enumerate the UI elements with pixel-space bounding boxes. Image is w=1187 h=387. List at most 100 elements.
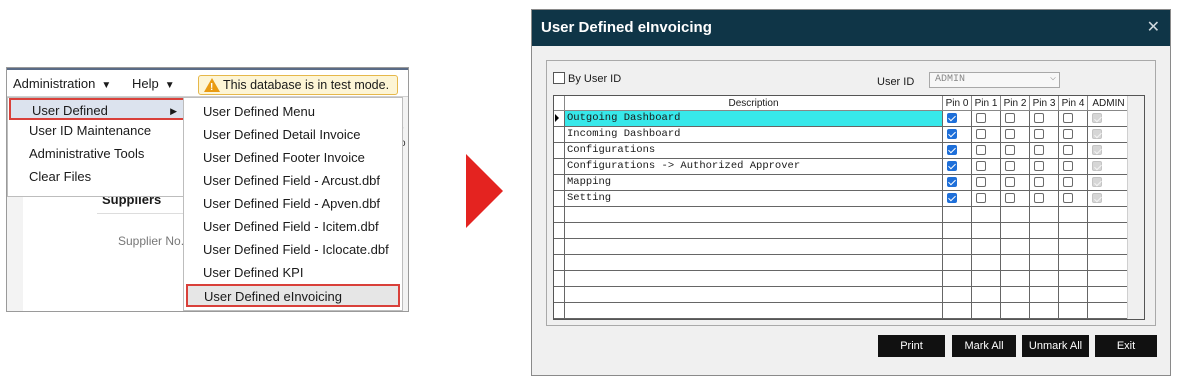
table-row[interactable] xyxy=(554,255,1130,271)
submenu-item-menu[interactable]: User Defined Menu xyxy=(184,101,402,124)
menu-item-user-defined[interactable]: User Defined ▶ xyxy=(9,98,185,120)
unmark-all-button[interactable]: Unmark All xyxy=(1022,335,1089,357)
table-row[interactable]: Mapping xyxy=(554,175,1130,191)
submenu-item-kpi[interactable]: User Defined KPI xyxy=(184,262,402,285)
close-icon[interactable]: ✕ xyxy=(1147,17,1160,37)
pin4-checkbox[interactable] xyxy=(1063,145,1073,155)
table-row[interactable] xyxy=(554,207,1130,223)
table-row[interactable] xyxy=(554,303,1130,319)
pin0-checkbox[interactable] xyxy=(947,161,957,171)
pin4-checkbox[interactable] xyxy=(1063,113,1073,123)
pin3-checkbox[interactable] xyxy=(1034,177,1044,187)
pin3-cell xyxy=(1030,223,1059,238)
column-header-pin-4[interactable]: Pin 4 xyxy=(1059,96,1088,111)
description-cell[interactable]: Configurations -> Authorized Approver xyxy=(565,159,943,174)
table-row[interactable]: Configurations -> Authorized Approver xyxy=(554,159,1130,175)
pin2-checkbox[interactable] xyxy=(1005,161,1015,171)
pin0-checkbox[interactable] xyxy=(947,129,957,139)
submenu-item-field-iclocate[interactable]: User Defined Field - Iclocate.dbf xyxy=(184,239,402,262)
pin0-cell xyxy=(943,271,972,286)
pin4-checkbox[interactable] xyxy=(1063,161,1073,171)
description-cell[interactable]: Mapping xyxy=(565,175,943,190)
pin4-checkbox[interactable] xyxy=(1063,193,1073,203)
pin1-cell xyxy=(972,143,1001,158)
pin1-checkbox[interactable] xyxy=(976,145,986,155)
table-row[interactable] xyxy=(554,287,1130,303)
table-row[interactable] xyxy=(554,223,1130,239)
print-button[interactable]: Print xyxy=(878,335,945,357)
pin1-checkbox[interactable] xyxy=(976,129,986,139)
pin1-checkbox[interactable] xyxy=(976,161,986,171)
pin3-cell xyxy=(1030,191,1059,206)
pin2-checkbox[interactable] xyxy=(1005,129,1015,139)
table-row[interactable]: Incoming Dashboard xyxy=(554,127,1130,143)
menu-item-clear-files[interactable]: Clear Files xyxy=(8,166,186,188)
by-user-id-checkbox[interactable]: By User ID xyxy=(553,72,621,85)
checkbox-box[interactable] xyxy=(553,72,565,84)
pin3-checkbox[interactable] xyxy=(1034,161,1044,171)
pin1-checkbox[interactable] xyxy=(976,113,986,123)
description-cell[interactable] xyxy=(565,303,943,318)
pin0-cell xyxy=(943,255,972,270)
description-cell[interactable]: Setting xyxy=(565,191,943,206)
pin0-checkbox[interactable] xyxy=(947,145,957,155)
pin0-checkbox[interactable] xyxy=(947,113,957,123)
pin3-checkbox[interactable] xyxy=(1034,193,1044,203)
submenu-item-footer-invoice[interactable]: User Defined Footer Invoice xyxy=(184,147,402,170)
submenu-item-einvoicing[interactable]: User Defined eInvoicing xyxy=(186,284,400,307)
description-cell[interactable]: Outgoing Dashboard xyxy=(565,111,943,126)
description-cell[interactable]: Configurations xyxy=(565,143,943,158)
pin4-checkbox[interactable] xyxy=(1063,177,1073,187)
description-cell[interactable] xyxy=(565,271,943,286)
column-header-pin-3[interactable]: Pin 3 xyxy=(1030,96,1059,111)
pin0-checkbox[interactable] xyxy=(947,193,957,203)
table-row[interactable] xyxy=(554,271,1130,287)
column-header-pin-0[interactable]: Pin 0 xyxy=(943,96,972,111)
description-cell[interactable] xyxy=(565,255,943,270)
menu-bar: Administration ▼ Help ▼ ! This database is… xyxy=(7,68,408,97)
table-row[interactable]: Outgoing Dashboard xyxy=(554,111,1130,127)
description-cell[interactable] xyxy=(565,223,943,238)
grid-scrollbar[interactable] xyxy=(1127,96,1144,319)
mark-all-button[interactable]: Mark All xyxy=(952,335,1016,357)
pin4-cell xyxy=(1059,191,1088,206)
pin0-checkbox[interactable] xyxy=(947,177,957,187)
pin3-checkbox[interactable] xyxy=(1034,113,1044,123)
pin1-cell xyxy=(972,303,1001,318)
pin2-checkbox[interactable] xyxy=(1005,113,1015,123)
submenu-item-field-apven[interactable]: User Defined Field - Apven.dbf xyxy=(184,193,402,216)
pin2-checkbox[interactable] xyxy=(1005,145,1015,155)
description-cell[interactable]: Incoming Dashboard xyxy=(565,127,943,142)
description-cell[interactable] xyxy=(565,287,943,302)
user-id-select[interactable]: ADMIN ⌵ xyxy=(929,72,1060,88)
menu-item-administrative-tools[interactable]: Administrative Tools xyxy=(8,143,186,165)
column-header-pin-2[interactable]: Pin 2 xyxy=(1001,96,1030,111)
submenu-item-detail-invoice[interactable]: User Defined Detail Invoice xyxy=(184,124,402,147)
pin1-checkbox[interactable] xyxy=(976,193,986,203)
background-divider xyxy=(97,213,187,214)
submenu-item-field-icitem[interactable]: User Defined Field - Icitem.dbf xyxy=(184,216,402,239)
menu-administration[interactable]: Administration ▼ xyxy=(13,76,111,91)
menu-help[interactable]: Help ▼ xyxy=(132,76,175,91)
pin2-checkbox[interactable] xyxy=(1005,193,1015,203)
description-cell[interactable] xyxy=(565,239,943,254)
column-header-pin-1[interactable]: Pin 1 xyxy=(972,96,1001,111)
column-header-description[interactable]: Description xyxy=(565,96,943,111)
table-row[interactable] xyxy=(554,239,1130,255)
pin2-checkbox[interactable] xyxy=(1005,177,1015,187)
pin4-checkbox[interactable] xyxy=(1063,129,1073,139)
pin3-checkbox[interactable] xyxy=(1034,129,1044,139)
pin0-cell xyxy=(943,191,972,206)
submenu-item-field-arcust[interactable]: User Defined Field - Arcust.dbf xyxy=(184,170,402,193)
admin-checkbox xyxy=(1092,193,1102,203)
description-cell[interactable] xyxy=(565,207,943,222)
table-row[interactable]: Configurations xyxy=(554,143,1130,159)
column-header-admin[interactable]: ADMIN xyxy=(1088,96,1130,111)
table-row[interactable]: Setting xyxy=(554,191,1130,207)
exit-button[interactable]: Exit xyxy=(1095,335,1157,357)
pin4-cell xyxy=(1059,175,1088,190)
menu-item-user-id-maintenance[interactable]: User ID Maintenance xyxy=(8,120,186,142)
pin1-checkbox[interactable] xyxy=(976,177,986,187)
pin3-cell xyxy=(1030,111,1059,126)
pin3-checkbox[interactable] xyxy=(1034,145,1044,155)
